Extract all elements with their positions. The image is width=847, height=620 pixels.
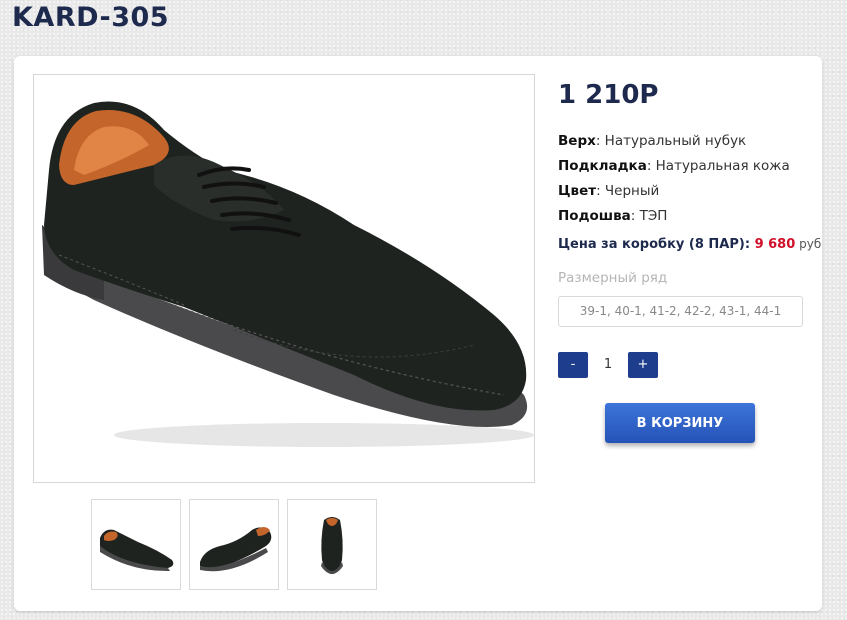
box-price-label: Цена за коробку (8 ПАР): bbox=[558, 237, 755, 252]
spec-upper: Верх: Натуральный нубук bbox=[558, 133, 746, 149]
quantity-increase-button[interactable]: + bbox=[628, 352, 658, 378]
shoe-angle-icon bbox=[200, 527, 272, 572]
spec-sole: Подошва: ТЭП bbox=[558, 208, 667, 224]
spec-label: Цвет bbox=[558, 183, 597, 199]
thumbnail-3[interactable] bbox=[287, 499, 377, 590]
spec-color: Цвет: Черный bbox=[558, 183, 659, 199]
quantity-decrease-button[interactable]: - bbox=[558, 352, 588, 378]
main-product-image[interactable] bbox=[33, 74, 535, 483]
page-title: KARD-305 bbox=[12, 2, 170, 33]
box-price-amount: 9 680 bbox=[754, 237, 796, 252]
spec-value: : ТЭП bbox=[630, 208, 668, 224]
thumbnail-2[interactable] bbox=[189, 499, 279, 590]
shoe-image bbox=[42, 101, 534, 447]
add-to-cart-button[interactable]: В КОРЗИНУ bbox=[605, 403, 755, 443]
spec-value: : Натуральная кожа bbox=[646, 158, 790, 174]
thumbnail-1[interactable] bbox=[91, 499, 181, 590]
spec-value: : Натуральный нубук bbox=[595, 133, 747, 149]
spec-lining: Подкладка: Натуральная кожа bbox=[558, 158, 790, 174]
box-price-currency: руб bbox=[795, 237, 822, 251]
sizes-label: Размерный ряд bbox=[558, 270, 668, 286]
box-price: Цена за коробку (8 ПАР): 9 680 руб bbox=[558, 237, 821, 252]
spec-value: : Черный bbox=[596, 183, 660, 199]
spec-label: Подошва bbox=[558, 208, 631, 224]
spec-label: Подкладка bbox=[558, 158, 647, 174]
shoe-side-icon bbox=[100, 529, 174, 572]
product-price: 1 210Р bbox=[558, 80, 659, 110]
sizes-field[interactable]: 39-1, 40-1, 41-2, 42-2, 43-1, 44-1 bbox=[558, 296, 803, 327]
product-card: 1 210Р Верх: Натуральный нубук Подкладка… bbox=[14, 56, 822, 611]
spec-label: Верх bbox=[558, 133, 596, 149]
quantity-value[interactable]: 1 bbox=[588, 352, 628, 378]
shoe-front-icon bbox=[321, 517, 343, 574]
